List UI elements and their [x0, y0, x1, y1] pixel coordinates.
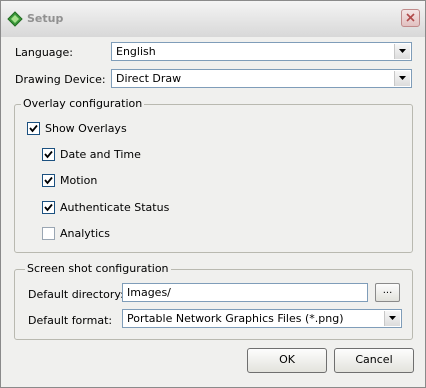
overlay-config-legend: Overlay configuration [21, 97, 145, 110]
setup-dialog: Setup Language: English Drawing Device: … [0, 0, 426, 388]
chevron-down-icon [389, 316, 396, 320]
default-directory-value: Images/ [127, 286, 171, 299]
window-title: Setup [27, 12, 64, 25]
default-directory-label: Default directory: [28, 288, 124, 301]
drawing-device-label: Drawing Device: [15, 73, 106, 86]
chevron-down-icon [399, 76, 406, 80]
language-label: Language: [15, 46, 73, 59]
language-value: English [116, 45, 156, 58]
title-bar[interactable]: Setup [1, 1, 425, 37]
ok-button-label: OK [279, 353, 295, 366]
checkmark-icon [44, 150, 53, 159]
default-format-select[interactable]: Portable Network Graphics Files (*.png) [122, 309, 402, 328]
screenshot-config-group [14, 269, 413, 340]
checkmark-icon [29, 124, 38, 133]
default-format-dropdown-arrow[interactable] [384, 311, 400, 326]
drawing-device-select[interactable]: Direct Draw [111, 69, 412, 88]
drawing-device-value: Direct Draw [116, 72, 182, 85]
cancel-button[interactable]: Cancel [334, 348, 414, 373]
analytics-label: Analytics [60, 227, 110, 240]
screenshot-config-legend: Screen shot configuration [25, 262, 171, 275]
checkmark-icon [44, 176, 53, 185]
default-directory-input[interactable]: Images/ [122, 283, 368, 302]
checkmark-icon [44, 203, 53, 212]
date-time-checkbox[interactable] [42, 148, 55, 161]
show-overlays-label: Show Overlays [45, 122, 127, 135]
motion-label: Motion [60, 174, 98, 187]
language-select[interactable]: English [111, 42, 412, 61]
authenticate-status-label: Authenticate Status [60, 201, 170, 214]
cancel-button-label: Cancel [355, 353, 393, 366]
motion-checkbox[interactable] [42, 174, 55, 187]
drawing-device-dropdown-arrow[interactable] [394, 71, 410, 86]
chevron-down-icon [399, 49, 406, 53]
browse-label: ... [382, 285, 393, 296]
default-format-label: Default format: [28, 314, 113, 327]
default-format-value: Portable Network Graphics Files (*.png) [127, 312, 344, 325]
authenticate-status-checkbox[interactable] [42, 201, 55, 214]
date-time-label: Date and Time [60, 148, 141, 161]
browse-directory-button[interactable]: ... [375, 283, 400, 302]
show-overlays-checkbox[interactable] [27, 122, 40, 135]
analytics-checkbox[interactable] [42, 227, 55, 240]
ok-button[interactable]: OK [247, 348, 327, 373]
green-diamond-app-icon [7, 11, 23, 27]
close-button[interactable] [401, 9, 420, 27]
language-dropdown-arrow[interactable] [394, 44, 410, 59]
